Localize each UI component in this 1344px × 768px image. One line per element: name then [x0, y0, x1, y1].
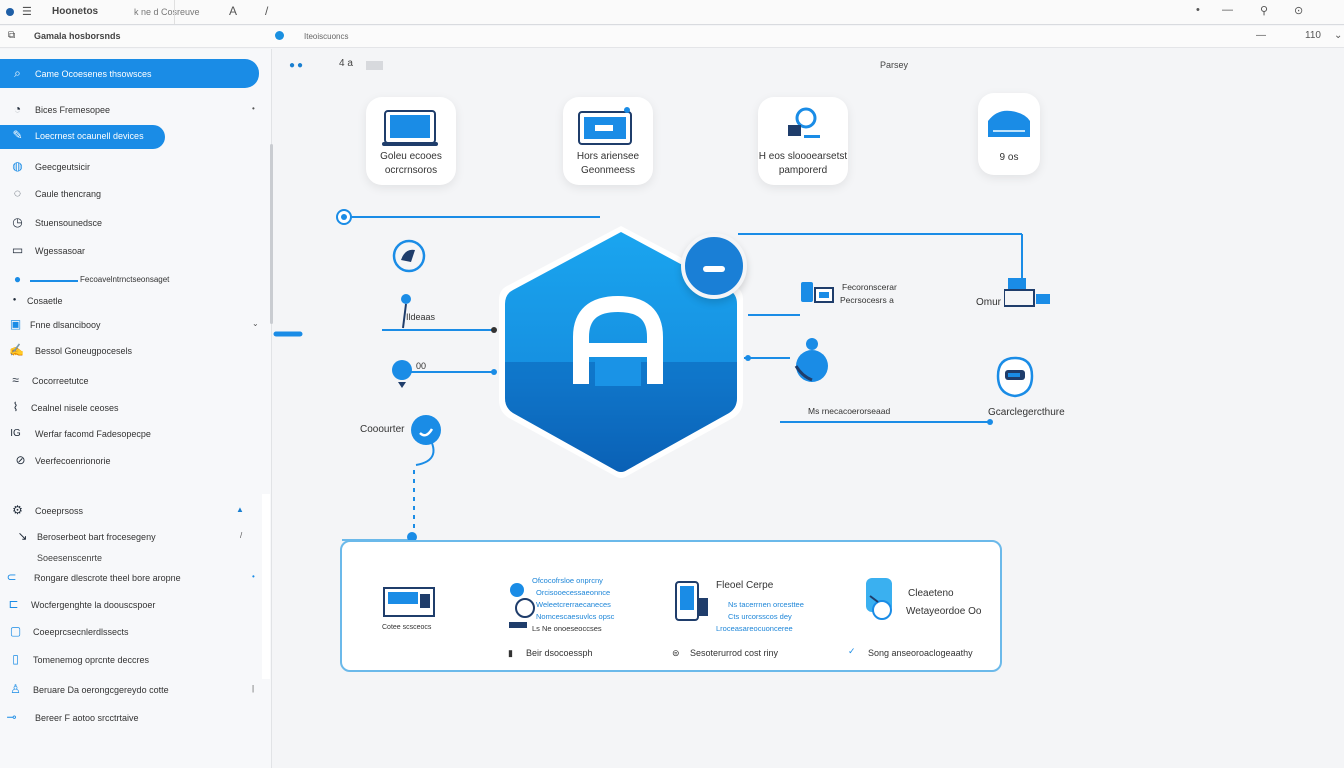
remove-badge[interactable]	[681, 233, 747, 299]
panel-title-4: Cleaeteno	[908, 588, 954, 599]
device-stack-icon[interactable]	[799, 280, 837, 310]
location-icon	[788, 107, 820, 138]
monitor-icon	[578, 107, 632, 145]
headset-icon[interactable]	[409, 413, 443, 447]
panel-sub-4: Wetayeordoe Oo	[906, 606, 982, 617]
node-label-left-1: Ildeaas	[406, 312, 436, 322]
node-dot-1-core	[341, 214, 347, 220]
node-label-right-4: Gcarclegercthure	[988, 407, 1065, 418]
card-computers[interactable]: Hors ariensee Geonmeess	[563, 97, 653, 185]
node-label-right-1: Fecoronscerar	[842, 282, 897, 292]
panel-footer-3[interactable]: Song anseoroaclogeaathy	[868, 648, 973, 658]
server-icon[interactable]	[1004, 278, 1052, 308]
check-icon[interactable]: ✓	[848, 646, 856, 657]
refresh-icon[interactable]	[391, 238, 427, 274]
card-devices[interactable]: Goleu ecooes ocrcrnsoros	[366, 97, 456, 185]
node-label-right-3: Ms rnecacoerorseaad	[808, 406, 891, 416]
node-label-left-3: Cooourter	[360, 424, 405, 435]
panel-footer-1[interactable]: Beir dsocoessph	[526, 648, 593, 658]
desktop-icon	[383, 587, 435, 617]
card-network[interactable]: H eos sloooearsetst pamporerd	[758, 97, 848, 185]
cloud-icon	[988, 110, 1030, 137]
chat-bubble-icon[interactable]	[996, 356, 1034, 400]
location-pin-icon[interactable]	[390, 358, 416, 388]
panel-caption-1: Cotee scsceocs	[382, 624, 432, 631]
sync-icon[interactable]: ⊜	[672, 648, 680, 659]
node-dot-5	[745, 355, 751, 361]
node-label-right-1b: Pecrsocesrs a	[840, 295, 894, 305]
security-icon	[866, 578, 892, 620]
panel-title-3: Fleoel Cerpe	[716, 580, 774, 591]
phone-icon	[675, 581, 708, 621]
user-avatar-icon[interactable]	[790, 336, 834, 386]
trash-icon[interactable]: ▮	[508, 648, 513, 659]
minus-icon	[703, 266, 725, 272]
node-label-left-2: 00	[416, 361, 427, 371]
laptop-icon	[382, 110, 438, 146]
node-dot-6	[987, 419, 993, 425]
node-label-right-2: Omur	[976, 297, 1001, 308]
panel-footer-2[interactable]: Sesoterurrod cost riny	[690, 648, 778, 658]
summary-panel: Cotee scsceocs Ofcocofrsloe onprcny Orci…	[340, 540, 1002, 672]
card-cloud[interactable]: 9 os	[978, 93, 1040, 175]
